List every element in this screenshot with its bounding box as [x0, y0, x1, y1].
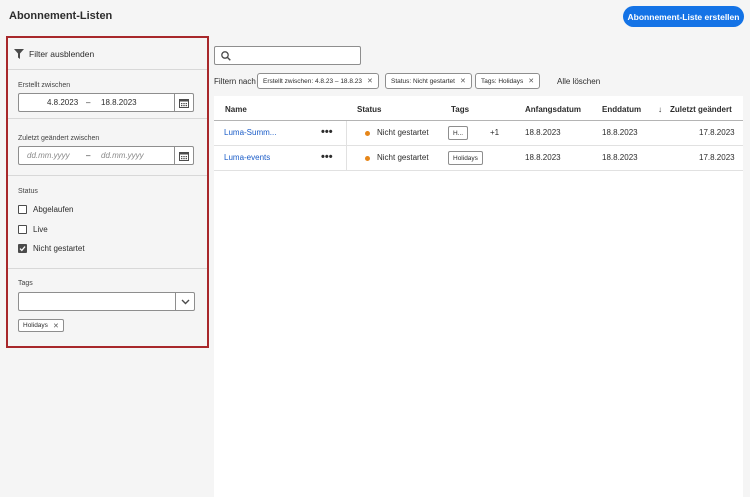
- row-start-date: 18.8.2023: [525, 128, 561, 137]
- tags-combobox[interactable]: [18, 292, 195, 311]
- modified-between-section: Zuletzt geändert zwischen dd.mm.yyyy – d…: [8, 119, 207, 176]
- calendar-button[interactable]: [174, 94, 193, 111]
- row-tag-chip[interactable]: Holidays: [448, 151, 483, 165]
- status-option-nicht-gestartet[interactable]: Nicht gestartet: [18, 242, 85, 254]
- sort-descending-icon[interactable]: ↓: [658, 105, 662, 114]
- checkbox[interactable]: [18, 204, 27, 214]
- column-header-name[interactable]: Name: [225, 105, 247, 114]
- filter-chip-label: Erstellt zwischen: 4.8.23 – 18.8.23: [263, 77, 363, 85]
- tag-chip-label: Holidays: [23, 322, 48, 329]
- checkbox-label: Nicht gestartet: [33, 243, 85, 253]
- checkbox-checked[interactable]: [18, 243, 27, 253]
- filter-chip-status: Status: Nicht gestartet ✕: [385, 73, 472, 89]
- table-row[interactable]: Luma-events ••• Nicht gestartet Holidays…: [214, 146, 743, 171]
- row-end-date: 18.8.2023: [602, 153, 638, 162]
- remove-tag-icon[interactable]: ✕: [53, 322, 59, 330]
- filter-chip-label: Tags: Holidays: [481, 77, 524, 85]
- tags-label: Tags: [18, 280, 33, 287]
- search-icon: [221, 51, 231, 61]
- filter-chip-created-between: Erstellt zwischen: 4.8.23 – 18.8.23 ✕: [257, 73, 379, 89]
- remove-filter-icon[interactable]: ✕: [367, 77, 373, 85]
- calendar-icon: [179, 151, 189, 161]
- selected-tag-chip: Holidays ✕: [18, 319, 64, 332]
- hide-filters-label: Filter ausblenden: [29, 49, 95, 59]
- modified-to-date[interactable]: dd.mm.yyyy: [101, 151, 144, 160]
- date-separator: –: [86, 151, 91, 160]
- status-dot: [365, 131, 370, 136]
- row-status: Nicht gestartet: [377, 153, 429, 162]
- modified-from-date[interactable]: dd.mm.yyyy: [27, 151, 70, 160]
- search-input[interactable]: [214, 46, 361, 65]
- tags-dropdown-button[interactable]: [175, 293, 194, 310]
- row-extra-tags[interactable]: +1: [490, 128, 499, 137]
- status-option-abgelaufen[interactable]: Abgelaufen: [18, 203, 73, 215]
- checkmark-icon: [19, 245, 26, 251]
- row-start-date: 18.8.2023: [525, 153, 561, 162]
- clear-all-link[interactable]: Alle löschen: [557, 77, 600, 86]
- checkbox[interactable]: [18, 224, 27, 234]
- calendar-icon: [179, 98, 189, 108]
- filter-by-label: Filtern nach: [214, 77, 256, 86]
- created-between-range[interactable]: 4.8.2023 – 18.8.2023: [18, 93, 194, 112]
- filter-panel-header[interactable]: Filter ausblenden: [8, 38, 207, 70]
- more-actions-icon[interactable]: •••: [321, 151, 333, 163]
- calendar-button[interactable]: [174, 147, 193, 164]
- page-title: Abonnement-Listen: [9, 10, 113, 22]
- filter-chip-tags: Tags: Holidays ✕: [475, 73, 541, 89]
- create-list-button[interactable]: Abonnement-Liste erstellen: [623, 6, 744, 27]
- chevron-down-icon: [181, 299, 189, 304]
- remove-filter-icon[interactable]: ✕: [528, 77, 534, 85]
- checkbox-label: Live: [33, 224, 48, 234]
- created-from-date[interactable]: 4.8.2023: [47, 98, 78, 107]
- created-between-label: Erstellt zwischen: [18, 82, 71, 89]
- modified-between-range[interactable]: dd.mm.yyyy – dd.mm.yyyy: [18, 146, 194, 165]
- date-separator: –: [86, 98, 91, 107]
- column-header-tags[interactable]: Tags: [451, 105, 469, 114]
- status-section: Status Abgelaufen Live Nicht gestartet: [8, 176, 207, 269]
- row-last-modified: 17.8.2023: [699, 153, 735, 162]
- app-header: Abonnement-Listen Abonnement-Liste erste…: [0, 0, 750, 36]
- column-header-last-modified[interactable]: Zuletzt geändert: [670, 105, 732, 114]
- status-label: Status: [18, 188, 38, 195]
- created-between-section: Erstellt zwischen 4.8.2023 – 18.8.2023: [8, 70, 207, 119]
- status-option-live[interactable]: Live: [18, 223, 48, 235]
- filter-icon: [14, 49, 24, 59]
- status-dot: [365, 156, 370, 161]
- filter-panel: Filter ausblenden Erstellt zwischen 4.8.…: [6, 36, 209, 348]
- remove-filter-icon[interactable]: ✕: [460, 77, 466, 85]
- checkbox-label: Abgelaufen: [33, 204, 74, 214]
- created-to-date[interactable]: 18.8.2023: [101, 98, 137, 107]
- column-divider: [346, 121, 347, 145]
- column-header-start-date[interactable]: Anfangsdatum: [525, 105, 581, 114]
- row-tag-chip[interactable]: H...: [448, 126, 469, 140]
- row-last-modified: 17.8.2023: [699, 128, 735, 137]
- row-name-link[interactable]: Luma-events: [224, 153, 270, 162]
- column-header-status[interactable]: Status: [357, 105, 381, 114]
- column-header-end-date[interactable]: Enddatum: [602, 105, 641, 114]
- table-row[interactable]: Luma-Summ... ••• Nicht gestartet H... +1…: [214, 121, 743, 146]
- column-divider: [346, 146, 347, 170]
- modified-between-label: Zuletzt geändert zwischen: [18, 135, 100, 142]
- more-actions-icon[interactable]: •••: [321, 126, 333, 138]
- subscription-lists-table: Name Status Tags Anfangsdatum Enddatum ↓…: [214, 96, 743, 497]
- row-name-link[interactable]: Luma-Summ...: [224, 128, 276, 137]
- row-end-date: 18.8.2023: [602, 128, 638, 137]
- filter-chip-label: Status: Nicht gestartet: [391, 77, 455, 85]
- row-status: Nicht gestartet: [377, 128, 429, 137]
